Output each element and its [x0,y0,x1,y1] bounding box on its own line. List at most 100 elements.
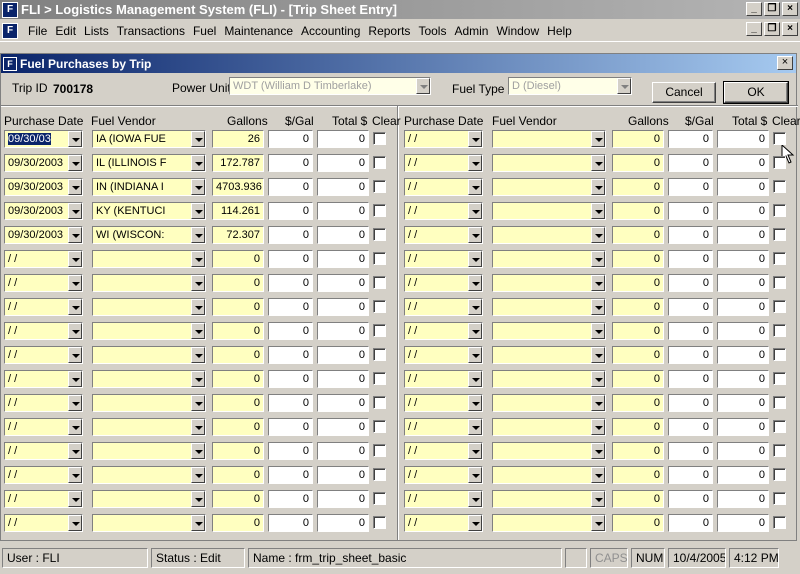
clear-checkbox[interactable] [373,516,386,529]
per-gallon-field[interactable]: 0 [268,154,313,172]
chevron-down-icon[interactable] [68,131,82,147]
fuel-vendor-select[interactable] [492,250,606,268]
purchase-date-field[interactable]: / / [404,370,483,388]
per-gallon-field[interactable]: 0 [268,130,313,148]
gallons-field[interactable]: 0 [612,442,664,460]
menu-file[interactable]: File [28,24,47,38]
gallons-field[interactable]: 114.261 [212,202,264,220]
power-unit-select[interactable]: WDT (William D Timberlake) [229,77,431,95]
per-gallon-field[interactable]: 0 [268,394,313,412]
chevron-down-icon[interactable] [468,323,482,339]
chevron-down-icon[interactable] [68,203,82,219]
per-gallon-field[interactable]: 0 [668,466,713,484]
fuel-vendor-select[interactable]: IA (IOWA FUE [92,130,206,148]
clear-checkbox[interactable] [373,228,386,241]
per-gallon-field[interactable]: 0 [268,202,313,220]
per-gallon-field[interactable]: 0 [268,490,313,508]
clear-checkbox[interactable] [773,180,786,193]
gallons-field[interactable]: 0 [212,514,264,532]
total-field[interactable]: 0 [317,322,369,340]
purchase-date-field[interactable]: / / [404,322,483,340]
per-gallon-field[interactable]: 0 [668,394,713,412]
total-field[interactable]: 0 [717,442,769,460]
chevron-down-icon[interactable] [591,131,605,147]
purchase-date-field[interactable]: 09/30/2003 [4,226,83,244]
clear-checkbox[interactable] [773,156,786,169]
total-field[interactable]: 0 [717,154,769,172]
fuel-vendor-select[interactable] [492,178,606,196]
gallons-field[interactable]: 0 [212,274,264,292]
clear-checkbox[interactable] [373,372,386,385]
purchase-date-field[interactable]: / / [404,394,483,412]
clear-checkbox[interactable] [373,468,386,481]
gallons-field[interactable]: 0 [612,298,664,316]
chevron-down-icon[interactable] [68,227,82,243]
chevron-down-icon[interactable] [68,491,82,507]
fuel-vendor-select[interactable] [492,298,606,316]
purchase-date-field[interactable]: / / [404,202,483,220]
gallons-field[interactable]: 0 [212,250,264,268]
chevron-down-icon[interactable] [68,419,82,435]
fuel-vendor-select[interactable] [92,298,206,316]
purchase-date-field[interactable]: / / [4,394,83,412]
chevron-down-icon[interactable] [468,275,482,291]
total-field[interactable]: 0 [317,346,369,364]
clear-checkbox[interactable] [373,420,386,433]
fuel-vendor-select[interactable] [92,370,206,388]
fuel-vendor-select[interactable] [492,346,606,364]
menu-edit[interactable]: Edit [55,24,76,38]
menu-maintenance[interactable]: Maintenance [224,24,293,38]
per-gallon-field[interactable]: 0 [268,274,313,292]
purchase-date-field[interactable]: 09/30/03 [4,130,83,148]
ok-button[interactable]: OK [723,81,789,104]
gallons-field[interactable]: 0 [212,370,264,388]
total-field[interactable]: 0 [717,202,769,220]
per-gallon-field[interactable]: 0 [668,298,713,316]
chevron-down-icon[interactable] [591,179,605,195]
chevron-down-icon[interactable] [591,275,605,291]
chevron-down-icon[interactable] [191,179,205,195]
purchase-date-field[interactable]: / / [4,370,83,388]
chevron-down-icon[interactable] [68,515,82,531]
clear-checkbox[interactable] [373,204,386,217]
per-gallon-field[interactable]: 0 [668,202,713,220]
chevron-down-icon[interactable] [68,395,82,411]
child-minimize-icon[interactable]: _ [746,22,762,36]
total-field[interactable]: 0 [717,418,769,436]
per-gallon-field[interactable]: 0 [668,442,713,460]
fuel-vendor-select[interactable] [92,466,206,484]
purchase-date-field[interactable]: / / [404,130,483,148]
fuel-vendor-select[interactable] [92,490,206,508]
fuel-vendor-select[interactable] [492,418,606,436]
purchase-date-field[interactable]: / / [404,226,483,244]
per-gallon-field[interactable]: 0 [268,178,313,196]
fuel-vendor-select[interactable] [492,226,606,244]
total-field[interactable]: 0 [717,178,769,196]
total-field[interactable]: 0 [317,490,369,508]
chevron-down-icon[interactable] [468,419,482,435]
clear-checkbox[interactable] [773,468,786,481]
fuel-vendor-select[interactable]: KY (KENTUCI [92,202,206,220]
total-field[interactable]: 0 [717,274,769,292]
gallons-field[interactable]: 0 [612,322,664,340]
chevron-down-icon[interactable] [468,179,482,195]
chevron-down-icon[interactable] [191,491,205,507]
chevron-down-icon[interactable] [191,155,205,171]
gallons-field[interactable]: 0 [212,394,264,412]
fuel-vendor-select[interactable] [492,490,606,508]
clear-checkbox[interactable] [373,300,386,313]
purchase-date-field[interactable]: / / [4,418,83,436]
gallons-field[interactable]: 0 [612,490,664,508]
purchase-date-field[interactable]: / / [404,154,483,172]
fuel-vendor-select[interactable]: IN (INDIANA I [92,178,206,196]
gallons-field[interactable]: 172.787 [212,154,264,172]
gallons-field[interactable]: 0 [612,466,664,484]
gallons-field[interactable]: 0 [612,130,664,148]
purchase-date-field[interactable]: / / [4,250,83,268]
chevron-down-icon[interactable] [191,323,205,339]
chevron-down-icon[interactable] [468,395,482,411]
total-field[interactable]: 0 [717,466,769,484]
menu-admin[interactable]: Admin [454,24,488,38]
total-field[interactable]: 0 [317,274,369,292]
chevron-down-icon[interactable] [468,227,482,243]
